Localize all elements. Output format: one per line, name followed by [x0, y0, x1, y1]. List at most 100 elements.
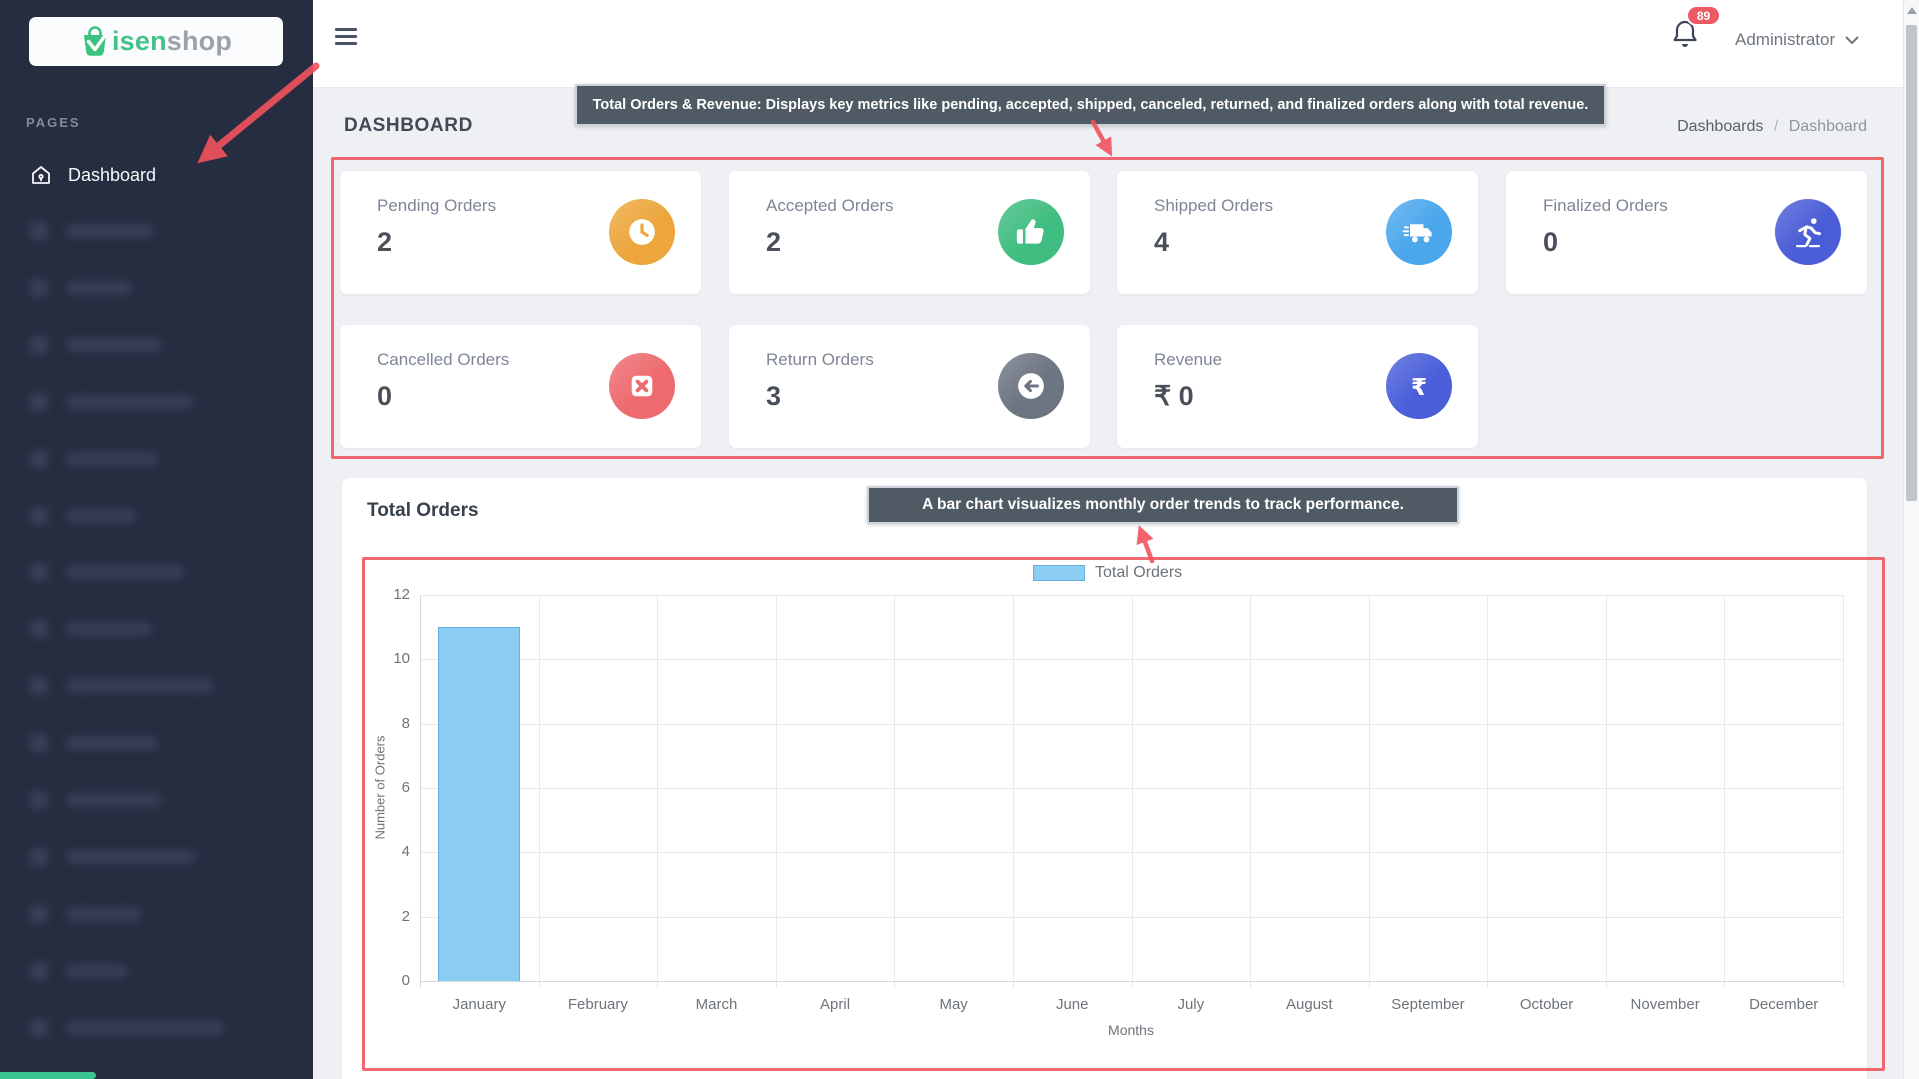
y-tick-label: 8 [401, 714, 410, 732]
gridline [1724, 595, 1726, 988]
sidebar-item-redacted[interactable] [30, 961, 302, 981]
redacted-label [66, 849, 196, 864]
topbar [313, 0, 1903, 88]
brand-logo[interactable]: isenshop [29, 17, 283, 66]
sidebar-item-dashboard[interactable]: Dashboard [30, 162, 290, 188]
redacted-label [66, 451, 158, 466]
clock-icon [609, 199, 675, 265]
sidebar-item-redacted[interactable] [30, 506, 302, 526]
x-tick-label: August [1286, 996, 1333, 1013]
x-tick-label: February [567, 996, 628, 1013]
gridline [1605, 595, 1607, 988]
hamburger-menu-icon[interactable] [335, 28, 357, 45]
gridline [1250, 595, 1252, 988]
chevron-right-icon [288, 793, 300, 805]
cancel-icon [609, 353, 675, 419]
x-tick-label: March [695, 996, 738, 1013]
rupee-icon: ₹ [1386, 353, 1452, 419]
gridline [894, 595, 896, 988]
y-tick-label: 6 [401, 779, 410, 796]
gridline [1487, 595, 1489, 988]
scrollbar-thumb[interactable] [1906, 25, 1917, 501]
breadcrumb-separator: / [1773, 118, 1779, 135]
x-tick-label: September [1391, 996, 1465, 1013]
panel-title: Total Orders [367, 500, 479, 521]
sidebar-horizontal-scrollbar[interactable] [0, 1072, 96, 1079]
stat-card-label: Finalized Orders [1543, 196, 1668, 215]
x-tick-label: December [1749, 996, 1819, 1013]
sidebar-item-redacted[interactable] [30, 904, 302, 924]
sidebar-item-redacted[interactable] [30, 1018, 302, 1038]
sidebar-item-redacted[interactable] [30, 221, 302, 241]
gridline [538, 595, 540, 988]
sidebar-section-label: PAGES [26, 115, 81, 130]
sidebar-item-redacted[interactable] [30, 733, 302, 753]
breadcrumb-parent[interactable]: Dashboards [1677, 118, 1763, 135]
sidebar-item-redacted[interactable] [30, 847, 302, 867]
chevron-right-icon [288, 964, 300, 976]
redacted-label [66, 622, 152, 637]
redacted-icon [30, 961, 48, 980]
stat-card-value: 0 [377, 381, 393, 411]
sidebar-item-redacted[interactable] [30, 676, 302, 696]
page-title: DASHBOARD [344, 115, 473, 136]
chevron-right-icon [288, 679, 300, 691]
chevron-right-icon [288, 224, 300, 236]
redacted-label [66, 736, 158, 751]
stat-card-value: 3 [766, 381, 782, 411]
breadcrumb-current[interactable]: Dashboard [1789, 118, 1867, 135]
sidebar-item-redacted[interactable] [30, 562, 302, 582]
redacted-label [66, 508, 136, 523]
chevron-right-icon [288, 850, 300, 862]
x-tick-label: July [1177, 996, 1205, 1013]
user-menu[interactable]: Administrator [1735, 24, 1859, 56]
scrollbar-up-arrow[interactable] [1907, 7, 1917, 14]
x-tick-label: November [1630, 996, 1700, 1013]
redacted-label [66, 793, 162, 807]
notification-count-badge: 89 [1686, 5, 1721, 26]
sidebar-item-redacted[interactable] [30, 449, 302, 469]
redacted-label [66, 906, 142, 921]
chart-legend[interactable]: Total Orders [1033, 564, 1182, 582]
skater-icon [1775, 199, 1841, 265]
stat-card-return-orders: Return Orders 3 [729, 325, 1090, 448]
chevron-down-icon [1845, 36, 1859, 44]
x-tick-label: June [1055, 996, 1089, 1013]
redacted-icon [30, 222, 48, 240]
sidebar-item-redacted[interactable] [30, 790, 302, 810]
stat-card-value: 2 [766, 227, 782, 257]
sidebar-item-redacted[interactable] [30, 335, 302, 355]
stat-card-value: ₹ 0 [1154, 381, 1194, 411]
sidebar-item-redacted[interactable] [30, 392, 302, 412]
redacted-label [66, 565, 184, 580]
sidebar-item-redacted[interactable] [30, 278, 302, 298]
breadcrumb: Dashboards / Dashboard [1677, 118, 1867, 136]
redacted-icon [30, 392, 48, 411]
sidebar-item-redacted[interactable] [30, 619, 302, 639]
redacted-icon [30, 563, 48, 582]
svg-text:₹: ₹ [1411, 375, 1427, 401]
gridline [1368, 595, 1370, 988]
shopping-bag-icon [83, 25, 110, 56]
chevron-right-icon [288, 736, 300, 748]
redacted-label [66, 1020, 224, 1035]
brand-name: isenshop [111, 26, 233, 56]
gridline [657, 595, 659, 988]
thumbs-up-icon [998, 199, 1064, 265]
vertical-scrollbar [1903, 0, 1919, 1079]
stat-card-label: Return Orders [766, 350, 874, 369]
gridline [1131, 595, 1133, 988]
x-tick-label: January [452, 996, 506, 1013]
stat-card-pending-orders: Pending Orders 2 [340, 171, 701, 294]
stat-card-value: 2 [377, 227, 393, 257]
gridline [420, 595, 421, 988]
stat-card-value: 4 [1154, 227, 1170, 257]
bar-january [438, 627, 521, 981]
stat-card-label: Pending Orders [377, 196, 497, 215]
y-tick-label: 10 [393, 650, 410, 668]
redacted-label [66, 679, 214, 694]
chevron-right-icon [288, 508, 300, 521]
stat-card-label: Shipped Orders [1154, 196, 1274, 215]
x-tick-label: April [820, 996, 851, 1013]
redacted-label [66, 224, 154, 238]
